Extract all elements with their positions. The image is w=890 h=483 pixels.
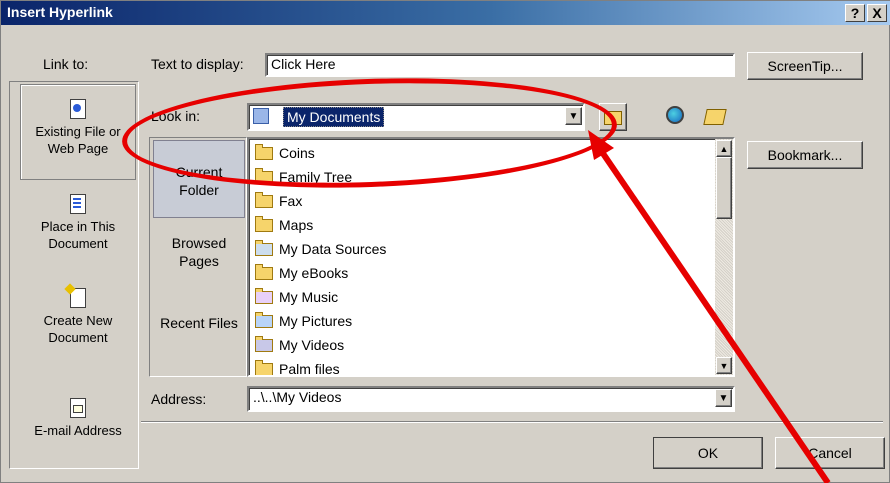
annotation-arrow-line <box>599 150 831 483</box>
annotation-arrow-head <box>588 130 614 160</box>
annotation-arrow <box>588 130 831 483</box>
